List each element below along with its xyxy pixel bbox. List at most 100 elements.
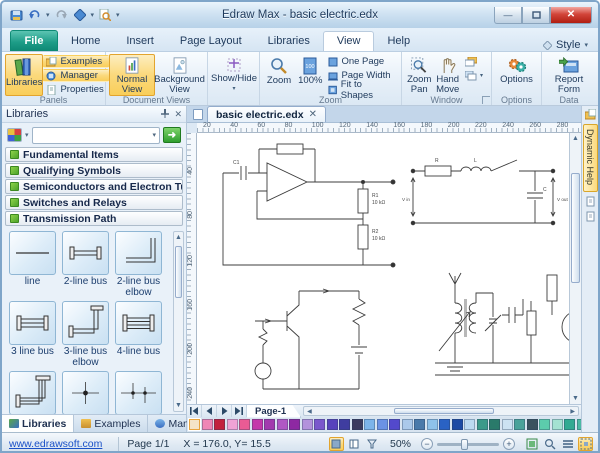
print-preview-icon[interactable] (97, 8, 113, 23)
panel-close-icon[interactable]: ✕ (174, 109, 182, 120)
window-dialog-launcher-icon[interactable] (482, 96, 490, 104)
insert-dropdown-icon[interactable]: ▾ (91, 11, 95, 19)
shape-4-line-bus[interactable]: 4-line bus (115, 301, 162, 368)
zoom-area-icon[interactable] (542, 437, 557, 451)
document-close-icon[interactable]: ✕ (309, 109, 317, 120)
palette-swatch[interactable] (539, 419, 550, 430)
zoom-in-icon[interactable]: + (503, 438, 515, 450)
scroll-up-icon[interactable]: ▲ (570, 133, 581, 144)
report-form-button[interactable]: Report Form (545, 54, 593, 96)
palette-swatch[interactable] (414, 419, 425, 430)
tab-view[interactable]: View (323, 31, 375, 51)
normal-view-mode-icon[interactable] (329, 437, 344, 451)
vertical-scrollbar[interactable]: ▲ ▼ (569, 133, 581, 404)
palette-swatch[interactable] (252, 419, 263, 430)
page-tab[interactable]: Page-1 (247, 405, 301, 418)
page-view-mode-icon[interactable] (347, 437, 362, 451)
shape-3-line-bus-elbow[interactable]: 3-line bus elbow (62, 301, 109, 368)
next-page-button[interactable] (217, 405, 232, 417)
palette-swatch[interactable] (502, 419, 513, 430)
document-tab[interactable]: basic electric.edx ✕ (207, 106, 326, 122)
help-page-icon[interactable] (585, 211, 596, 222)
filter-view-icon[interactable] (365, 437, 380, 451)
prev-page-button[interactable] (202, 405, 217, 417)
edrawsoft-link[interactable]: www.edrawsoft.com (9, 438, 102, 450)
libraries-button[interactable]: Libraries (5, 54, 43, 96)
palette-swatch[interactable] (302, 419, 313, 430)
palette-swatch[interactable] (427, 419, 438, 430)
style-selector[interactable]: Style ▾ (543, 39, 598, 51)
scrollbar-thumb[interactable] (571, 173, 580, 283)
shape-junction[interactable]: Junction (62, 371, 109, 414)
undo-icon[interactable] (27, 8, 43, 23)
palette-swatch[interactable] (327, 419, 338, 430)
new-window-button[interactable] (462, 55, 488, 68)
scrollbar-thumb[interactable] (394, 408, 494, 414)
library-view-icon[interactable] (7, 128, 22, 142)
category-fundamental-items[interactable]: Fundamental Items (5, 147, 183, 162)
drawing-page[interactable]: C1 R1 10 kΩ R2 10 kΩ (197, 133, 569, 404)
examples-button[interactable]: Examples (43, 55, 108, 68)
palette-swatch[interactable] (464, 419, 475, 430)
shape-gallery-scrollbar[interactable]: ▲ ▼ (173, 231, 184, 412)
help-page-icon[interactable] (585, 196, 596, 207)
zoom-100-button[interactable]: 100 100% (295, 54, 325, 96)
shape-line[interactable]: line (9, 231, 56, 298)
palette-swatch[interactable] (214, 419, 225, 430)
category-transmission-path[interactable]: Transmission Path (5, 211, 183, 226)
palette-swatch[interactable] (202, 419, 213, 430)
insert-shape-icon[interactable] (72, 8, 88, 23)
hand-move-button[interactable]: Hand Move (433, 54, 461, 96)
tab-insert[interactable]: Insert (113, 32, 167, 51)
background-view-button[interactable]: Background View (155, 54, 204, 96)
palette-swatch[interactable] (527, 419, 538, 430)
shape-3-line-bus[interactable]: 3 line bus (9, 301, 56, 368)
tab-libraries[interactable]: Libraries (255, 32, 323, 51)
scroll-down-icon[interactable]: ▼ (570, 393, 581, 404)
minimize-button[interactable]: — (494, 7, 522, 24)
scroll-right-icon[interactable]: ▶ (567, 408, 578, 415)
palette-swatch[interactable] (189, 419, 200, 430)
palette-swatch[interactable] (402, 419, 413, 430)
list-view-icon[interactable] (560, 437, 575, 451)
dynamic-help-tab[interactable]: Dynamic Help (583, 124, 598, 192)
first-page-button[interactable] (187, 405, 202, 417)
redo-icon[interactable] (53, 8, 69, 23)
palette-swatch[interactable] (564, 419, 575, 430)
one-page-button[interactable]: One Page (325, 55, 398, 68)
palette-swatch[interactable] (289, 419, 300, 430)
style-dropdown-icon[interactable]: ▾ (584, 41, 588, 49)
scroll-up-icon[interactable]: ▲ (174, 232, 183, 243)
palette-swatch[interactable] (514, 419, 525, 430)
palette-swatch[interactable] (264, 419, 275, 430)
panel-tab-examples[interactable]: Examples (74, 415, 148, 432)
library-search-combobox[interactable]: ▾ (32, 127, 160, 144)
palette-swatch[interactable] (239, 419, 250, 430)
last-page-button[interactable] (232, 405, 247, 417)
shape-junction-2[interactable]: Junction/ (115, 371, 162, 414)
zoom-out-icon[interactable]: − (421, 438, 433, 450)
palette-swatch[interactable] (489, 419, 500, 430)
normal-view-button[interactable]: Normal View (109, 54, 155, 96)
show-hide-button[interactable]: Show/Hide ▾ (211, 54, 257, 96)
palette-swatch[interactable] (377, 419, 388, 430)
maximize-button[interactable] (522, 7, 550, 24)
zoom-slider[interactable]: − + (421, 438, 515, 450)
combo-dropdown-icon[interactable]: ▾ (152, 131, 159, 139)
category-qualifying-symbols[interactable]: Qualifying Symbols (5, 163, 183, 178)
palette-swatch[interactable] (439, 419, 450, 430)
palette-swatch[interactable] (364, 419, 375, 430)
close-button[interactable]: ✕ (550, 7, 592, 24)
palette-swatch[interactable] (314, 419, 325, 430)
palette-swatch[interactable] (227, 419, 238, 430)
zoom-button[interactable]: Zoom (263, 54, 295, 96)
zoom-slider-thumb[interactable] (461, 439, 468, 450)
scrollbar-thumb[interactable] (175, 246, 182, 298)
palette-swatch[interactable] (352, 419, 363, 430)
shape-2-line-bus[interactable]: 2-line bus (62, 231, 109, 298)
horizontal-scrollbar[interactable]: ◀ ▶ (303, 406, 579, 416)
palette-swatch[interactable] (389, 419, 400, 430)
save-icon[interactable] (8, 8, 24, 23)
panel-tab-libraries[interactable]: Libraries (2, 415, 74, 432)
fit-page-icon[interactable] (524, 437, 539, 451)
